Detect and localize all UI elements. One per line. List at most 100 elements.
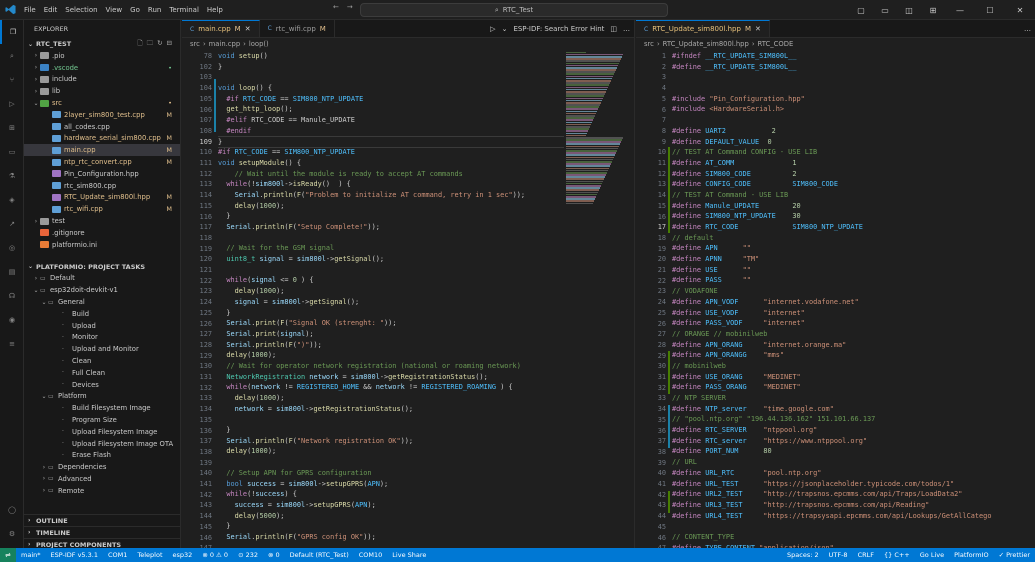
status-item[interactable]: esp32 [168, 551, 198, 559]
file-tree-item[interactable]: › .pio [24, 50, 180, 62]
close-icon[interactable]: ✕ [245, 25, 251, 33]
breadcrumb-item[interactable]: src [644, 40, 654, 48]
task-item[interactable]: › ▭ Remote [24, 485, 180, 497]
status-item[interactable]: Live Share [387, 551, 431, 559]
task-item[interactable]: · Upload Filesystem Image OTA [24, 438, 180, 450]
task-item[interactable]: · Upload Filesystem Image [24, 426, 180, 438]
file-tree-item[interactable]: ntp_rtc_convert.cpp M [24, 156, 180, 168]
menu-go[interactable]: Go [126, 6, 144, 14]
task-item[interactable]: · Build [24, 308, 180, 320]
back-arrow-icon[interactable]: ← [333, 3, 339, 11]
file-tree-item[interactable]: rtc_sim800.cpp [24, 180, 180, 192]
minimize-icon[interactable]: — [945, 6, 975, 15]
menu-help[interactable]: Help [203, 6, 227, 14]
code-text[interactable]: void setup()} void loop() { #if RTC_CODE… [218, 51, 564, 548]
explorer-icon[interactable]: ❐ [0, 20, 24, 44]
command-center-search[interactable]: ⌕ RTC_Test [360, 3, 668, 17]
github-icon[interactable]: ◉ [0, 308, 24, 332]
menu-run[interactable]: Run [144, 6, 165, 14]
status-item[interactable]: Default (RTC_Test) [285, 551, 354, 559]
project-section-header[interactable]: ⌄ RTC_TEST 🗋🗀↻⊟ [24, 38, 180, 50]
tab-main-cpp[interactable]: Cmain.cpp M ✕ [182, 20, 260, 37]
section-timeline[interactable]: › TIMELINE [24, 526, 180, 538]
close-icon[interactable]: ✕ [1005, 6, 1035, 15]
task-item[interactable]: · Clean [24, 355, 180, 367]
layout-panel-icon[interactable]: ▭ [873, 6, 897, 15]
breadcrumb-item[interactable]: RTC_CODE [758, 40, 794, 48]
status-item[interactable]: Spaces: 2 [782, 551, 824, 559]
status-item[interactable]: ESP-IDF v5.3.1 [46, 551, 103, 559]
testing-icon[interactable]: ⚗ [0, 164, 24, 188]
platformio-icon[interactable]: ☊ [0, 284, 24, 308]
breadcrumb-item[interactable]: RTC_Update_sim800l.hpp [663, 40, 749, 48]
tab-rtc-update-sim800l-hpp[interactable]: C RTC_Update_sim800l.hpp M ✕ [636, 20, 770, 37]
file-tree-item[interactable]: hardware_serial_sim800.cpp M [24, 133, 180, 145]
task-item[interactable]: · Build Filesystem Image [24, 402, 180, 414]
run-debug-icon[interactable]: ▷ [0, 92, 24, 116]
docker-icon[interactable]: ▤ [0, 260, 24, 284]
breadcrumb-item[interactable]: src [190, 40, 200, 48]
maximize-icon[interactable]: ☐ [975, 6, 1005, 15]
file-tree-item[interactable]: platformio.ini [24, 239, 180, 251]
remote-explorer-icon[interactable]: ▭ [0, 140, 24, 164]
status-item[interactable]: ⊙ 232 [233, 551, 263, 559]
status-item[interactable]: COM1 [103, 551, 132, 559]
file-tree-item[interactable]: rtc_wifi.cpp M [24, 203, 180, 215]
menu-terminal[interactable]: Terminal [165, 6, 203, 14]
close-icon[interactable]: ✕ [755, 25, 761, 33]
file-tree-item[interactable]: › test [24, 215, 180, 227]
forward-arrow-icon[interactable]: → [347, 3, 353, 11]
live-share-icon[interactable]: ↗ [0, 212, 24, 236]
file-tree-item[interactable]: › lib [24, 85, 180, 97]
code-text[interactable]: #ifndef __RTC_UPDATE_SIM800L__ #define __… [672, 51, 1025, 548]
status-item[interactable]: ✓ Prettier [994, 551, 1035, 559]
menu-selection[interactable]: Selection [61, 6, 101, 14]
status-item[interactable]: COM10 [354, 551, 388, 559]
code-area[interactable]: 1 2 3 4 5 6 7 8 9 10 11 12 13 14 15 16 17 18 19 20 21 22 23 24 2… [636, 51, 1035, 548]
esp-idf-icon[interactable]: ◈ [0, 188, 24, 212]
menu-edit[interactable]: Edit [40, 6, 62, 14]
split-editor-icon[interactable]: ◫ [610, 25, 617, 33]
layout-split-icon[interactable]: ◫ [897, 6, 921, 15]
remote-indicator-icon[interactable]: ⇌ [0, 548, 16, 562]
settings-gear-icon[interactable]: ⚙ [0, 522, 24, 546]
task-item[interactable]: · Monitor [24, 332, 180, 344]
more-icon[interactable]: … [1024, 25, 1031, 33]
file-tree-item[interactable]: › .vscode • [24, 62, 180, 74]
file-tree-item[interactable]: .gitignore [24, 227, 180, 239]
run-icon[interactable]: ▷ [490, 25, 495, 33]
code-area[interactable]: 78 102 103 104 105 106 107 108 109 110 111 112 113 11… [182, 51, 634, 548]
task-item[interactable]: › ▭ Default [24, 273, 180, 285]
status-item[interactable]: {} C++ [879, 551, 915, 559]
file-tree-item[interactable]: all_codes.cpp [24, 121, 180, 133]
task-item[interactable]: · Devices [24, 379, 180, 391]
task-item[interactable]: · Erase Flash [24, 450, 180, 462]
source-control-icon[interactable]: ⑂ [0, 68, 24, 92]
timeline-icon[interactable]: ≡ [0, 332, 24, 356]
breadcrumb-item[interactable]: loop() [249, 40, 269, 48]
section-project-components[interactable]: › PROJECT COMPONENTS [24, 538, 180, 548]
platformio-tasks-header[interactable]: ⌄ PLATFORMIO: PROJECT TASKS [24, 261, 180, 273]
layout-icon[interactable]: ▢ [849, 6, 873, 15]
task-item[interactable]: › ▭ Dependencies [24, 461, 180, 473]
chevron-down-icon[interactable]: ⌄ [502, 25, 508, 33]
account-icon[interactable]: ◯ [0, 498, 24, 522]
file-tree-item[interactable]: Pin_Configuration.hpp [24, 168, 180, 180]
breadcrumb-item[interactable]: main.cpp [209, 40, 241, 48]
layout-customize-icon[interactable]: ⊞ [921, 6, 945, 15]
status-item[interactable]: ⊗ 0 [263, 551, 285, 559]
file-tree-item[interactable]: main.cpp M [24, 144, 180, 157]
device-icon[interactable]: ◎ [0, 236, 24, 260]
task-item[interactable]: › ▭ Advanced [24, 473, 180, 485]
search-icon[interactable]: ⌕ [0, 44, 24, 68]
task-item[interactable]: · Upload [24, 320, 180, 332]
file-tree-item[interactable]: 2layer_sim800_test.cpp M [24, 109, 180, 121]
file-tree-item[interactable]: RTC_Update_sim800l.hpp M [24, 192, 180, 204]
status-item[interactable]: PlatformIO [949, 551, 993, 559]
menu-file[interactable]: File [20, 6, 40, 14]
extensions-icon[interactable]: ⊞ [0, 116, 24, 140]
task-item[interactable]: ⌄ ▭ esp32doit-devkit-v1 [24, 284, 180, 296]
minimap[interactable] [566, 51, 624, 548]
status-item[interactable]: ⊗ 0 ⚠ 0 [197, 551, 233, 559]
status-item[interactable]: Go Live [915, 551, 949, 559]
